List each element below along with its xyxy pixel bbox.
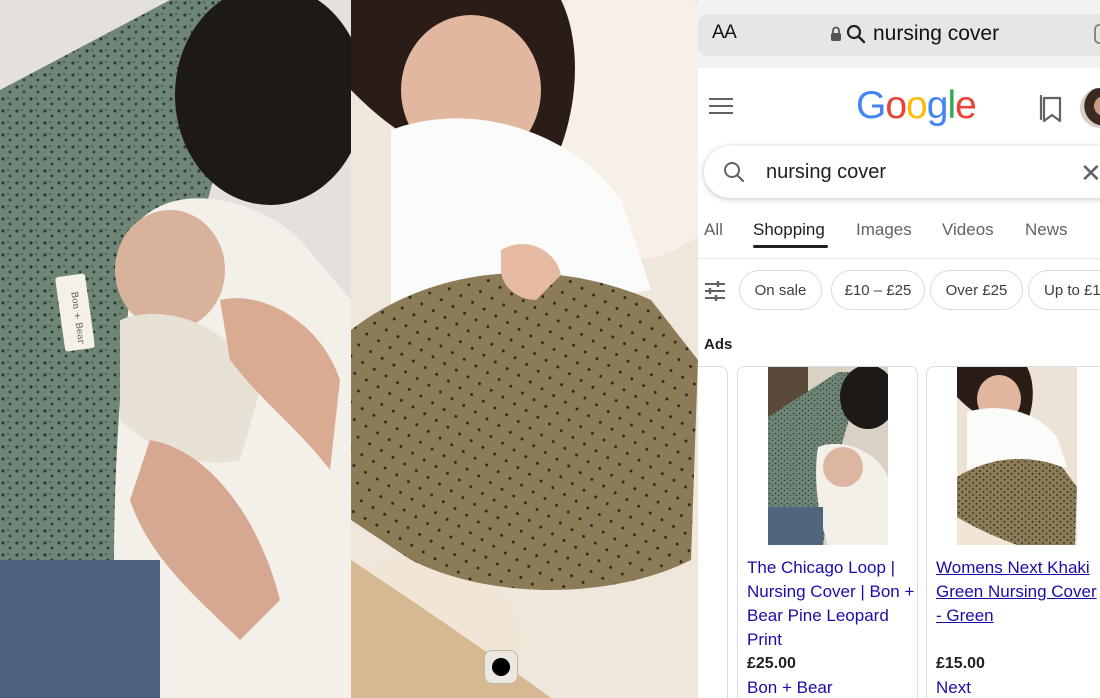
avatar[interactable] — [1080, 88, 1100, 128]
chip-over-25[interactable]: Over £25 — [930, 270, 1023, 310]
search-query[interactable]: nursing cover — [766, 161, 886, 184]
clear-icon[interactable]: ✕ — [1080, 158, 1100, 189]
tab-images[interactable]: Images — [856, 220, 912, 240]
tab-news[interactable]: News — [1025, 220, 1068, 240]
lock-icon — [831, 26, 841, 41]
logo-letter: G — [856, 84, 886, 127]
address-bar[interactable]: AA nursing cover — [698, 0, 1100, 68]
product-card[interactable]: The Chicago Loop | Nursing Cover | Bon +… — [737, 366, 918, 698]
product-price: £15.00 — [936, 655, 985, 672]
tab-all[interactable]: All — [704, 220, 723, 240]
google-logo[interactable]: Google — [856, 84, 977, 128]
logo-letter: e — [955, 84, 977, 127]
product-photo-khaki-cover — [351, 0, 698, 698]
product-title[interactable]: The Chicago Loop | Nursing Cover | Bon +… — [747, 556, 917, 652]
chip-on-sale[interactable]: On sale — [739, 270, 822, 310]
logo-letter: o — [885, 84, 907, 127]
product-price: £25.00 — [747, 655, 796, 672]
product-image[interactable] — [768, 367, 888, 545]
text-size-button[interactable]: AA — [712, 22, 737, 44]
record-button[interactable] — [484, 650, 518, 684]
chip-up-to[interactable]: Up to £1 — [1028, 270, 1100, 310]
microphone-icon[interactable] — [1094, 24, 1100, 44]
url-query[interactable]: nursing cover — [873, 22, 999, 46]
product-image[interactable] — [957, 367, 1077, 545]
product-card[interactable]: Womens Next Khaki Green Nursing Cover - … — [926, 366, 1100, 698]
tab-videos[interactable]: Videos — [942, 220, 994, 240]
search-icon — [724, 162, 745, 183]
mobile-browser: AA nursing cover Google nursing cover ✕ … — [698, 0, 1100, 698]
screen: Bon + Bear AA nursing cover Google nursi… — [0, 0, 1100, 698]
product-seller[interactable]: Next — [936, 678, 971, 698]
google-header: Google — [698, 68, 1100, 143]
search-input[interactable]: nursing cover ✕ — [704, 146, 1100, 198]
product-photo-leopard-cover: Bon + Bear — [0, 0, 351, 698]
product-card-partial[interactable] — [698, 366, 728, 698]
active-tab-indicator — [753, 245, 828, 248]
tab-shopping[interactable]: Shopping — [753, 220, 825, 240]
chip-10-25[interactable]: £10 – £25 — [831, 270, 925, 310]
logo-letter: g — [926, 84, 949, 127]
ads-label: Ads — [704, 336, 733, 353]
search-tabs: All Shopping Images Videos News — [698, 214, 1100, 250]
menu-icon[interactable] — [709, 98, 733, 114]
product-title[interactable]: Womens Next Khaki Green Nursing Cover - … — [936, 556, 1100, 628]
search-icon — [846, 24, 866, 44]
logo-letter: o — [906, 84, 928, 127]
bookmark-icon[interactable] — [1039, 95, 1063, 123]
record-icon — [492, 658, 510, 676]
logo-letter: l — [947, 84, 956, 127]
filter-icon[interactable] — [704, 280, 726, 302]
product-seller[interactable]: Bon + Bear — [747, 678, 833, 698]
divider — [698, 258, 1100, 259]
